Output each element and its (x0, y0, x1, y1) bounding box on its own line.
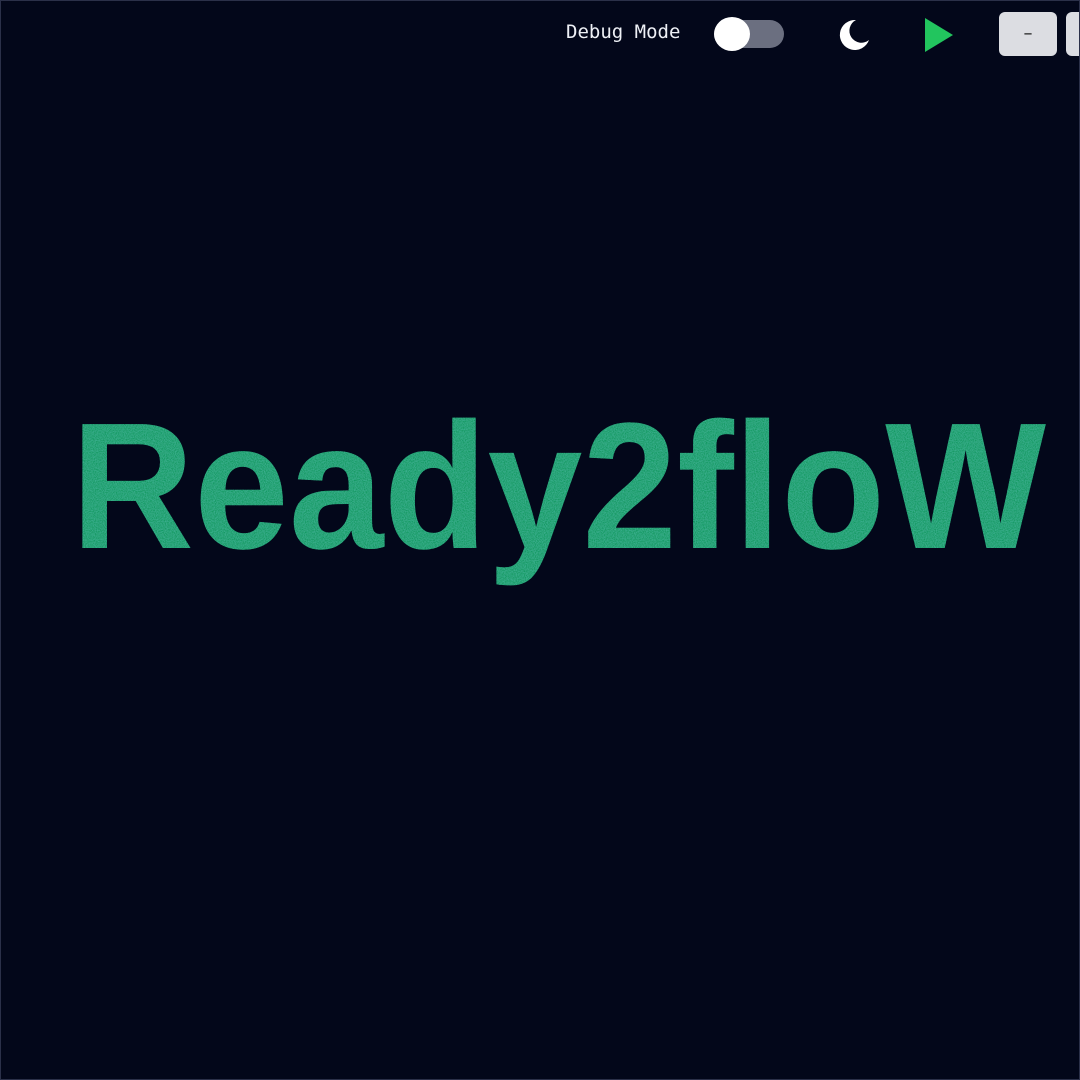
logo: Ready2floW (71, 406, 1051, 596)
theme-toggle-button[interactable] (834, 15, 874, 55)
logo-graphic: Ready2floW (71, 406, 1046, 587)
logo-text: Ready2floW (71, 406, 1046, 587)
debug-mode-toggle[interactable] (714, 17, 784, 51)
play-icon (925, 18, 953, 52)
debug-mode-label: Debug Mode (566, 21, 681, 43)
run-button[interactable] (919, 15, 959, 55)
toolbar: Debug Mode – (1, 1, 1079, 69)
maximize-button[interactable] (1066, 12, 1079, 56)
minimize-button[interactable]: – (999, 12, 1057, 56)
toggle-knob (714, 17, 750, 51)
moon-icon (839, 19, 869, 50)
app-window: Debug Mode – Ready2floW (0, 0, 1080, 1080)
